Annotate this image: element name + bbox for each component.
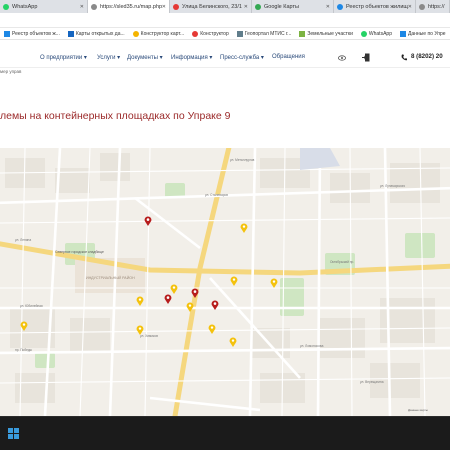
cemetery-label: Северное городское кладбище <box>55 250 104 254</box>
browser-tab-bar: WhatsApp ✕ https://sled35.ru/map.php ✕ У… <box>0 0 450 13</box>
browser-tab-active[interactable]: https://sled35.ru/map.php ✕ <box>88 0 170 13</box>
tab-label: Реестр объектов жилищ <box>346 3 408 10</box>
bookmark[interactable]: Карты открытых да... <box>64 30 129 37</box>
bookmark-label: Геопортал МТИС г... <box>244 30 292 37</box>
whatsapp-icon <box>360 30 367 37</box>
tab-label: Улица Белинского, 23/1 <box>182 3 242 10</box>
page-title: лемы на контейнерных площадках по Упраке… <box>0 110 231 122</box>
close-icon[interactable]: ✕ <box>244 4 248 10</box>
bookmark-label: Конструктор карт... <box>140 30 185 37</box>
page-icon <box>419 3 425 10</box>
yellow-map-pin[interactable] <box>20 321 28 331</box>
nav-item-about[interactable]: О предприятии ▾ <box>40 54 87 61</box>
site-navigation: О предприятии ▾ Услуги ▾ Документы ▾ Инф… <box>0 46 450 68</box>
bookmark-icon <box>132 30 139 37</box>
browser-tab[interactable]: WhatsApp ✕ <box>0 0 88 13</box>
yellow-map-pin[interactable] <box>170 284 178 294</box>
tab-label: https://sled35.ru/map.php <box>100 3 163 10</box>
close-icon[interactable]: ✕ <box>408 4 412 10</box>
yellow-map-pin[interactable] <box>208 324 216 334</box>
os-taskbar <box>0 416 450 450</box>
district-label: ИНДУСТРИАЛЬНЫЙ РАЙОН <box>86 276 135 280</box>
address-bar[interactable] <box>0 13 450 28</box>
bookmark[interactable]: Земельные участки <box>295 30 357 37</box>
whatsapp-icon <box>3 3 9 10</box>
yellow-map-pin[interactable] <box>229 337 237 347</box>
street-label: ул. Металлургов <box>230 158 255 162</box>
close-icon[interactable]: ✕ <box>162 4 166 10</box>
bookmark-label: Реестр объектов ж... <box>12 30 60 37</box>
bookmark-icon <box>4 30 10 37</box>
red-map-pin[interactable] <box>144 216 152 226</box>
nav-item-services[interactable]: Услуги ▾ <box>97 54 120 61</box>
bookmark[interactable]: Конструктор карт... <box>129 30 189 37</box>
bookmark[interactable]: WhatsApp <box>357 30 396 37</box>
page-icon <box>91 3 97 10</box>
red-map-pin[interactable] <box>164 294 172 304</box>
breadcrumb[interactable]: мер управ <box>0 69 21 74</box>
yellow-map-pin[interactable] <box>270 278 278 288</box>
bookmarks-bar: Реестр объектов ж... Карты открытых да..… <box>0 28 450 40</box>
phone-icon <box>401 54 407 61</box>
bookmark-label: WhatsApp <box>368 30 392 37</box>
bookmark-label: Данные по Упре <box>407 30 446 37</box>
street-label: ул. Ломоносова <box>300 344 324 348</box>
map-attribution: Данные карты <box>408 408 428 412</box>
tab-label: WhatsApp <box>12 3 38 10</box>
bookmark-icon <box>192 30 199 37</box>
eye-icon[interactable] <box>338 55 346 61</box>
browser-tab[interactable]: Google Карты ✕ <box>252 0 334 13</box>
bookmark-icon <box>399 30 406 37</box>
browser-tab[interactable]: Улица Белинского, 23/1 ✕ <box>170 0 252 13</box>
nav-item-press[interactable]: Пресс-служба ▾ <box>220 54 264 61</box>
street-label: ул. Сталеваров <box>205 193 228 197</box>
yellow-map-pin[interactable] <box>136 296 144 306</box>
google-maps-icon <box>255 3 261 10</box>
bookmark-label: Карты открытых да... <box>75 30 125 37</box>
street-label: ул. Луначарского <box>380 184 406 188</box>
red-map-pin[interactable] <box>191 288 199 298</box>
phone-number[interactable]: 8 (8202) 20 <box>411 53 443 60</box>
login-icon[interactable] <box>362 53 370 62</box>
street-label: ул. Юбилейная <box>20 304 43 308</box>
page-icon <box>337 3 343 10</box>
yellow-map-pin[interactable] <box>186 302 194 312</box>
tab-label: https:// <box>428 3 445 10</box>
map-canvas[interactable] <box>0 148 450 416</box>
yellow-map-pin[interactable] <box>230 276 238 286</box>
street-label: Октябрьский пр. <box>330 260 355 264</box>
nav-item-documents[interactable]: Документы ▾ <box>127 54 163 61</box>
map-pin-icon <box>173 3 179 10</box>
street-label: ул. Ленина <box>15 238 32 242</box>
street-label: пр. Победы <box>15 348 32 352</box>
bookmark-label: Земельные участки <box>307 30 353 37</box>
yellow-map-pin[interactable] <box>240 223 248 233</box>
close-icon[interactable]: ✕ <box>326 4 330 10</box>
bookmark-label: Конструктор <box>200 30 229 37</box>
bookmark[interactable]: Данные по Упре <box>396 30 450 37</box>
bookmark-icon <box>67 30 74 37</box>
browser-tab[interactable]: https:// <box>416 0 450 13</box>
red-map-pin[interactable] <box>211 300 219 310</box>
close-icon[interactable]: ✕ <box>80 4 84 10</box>
bookmark[interactable]: Геопортал МТИС г... <box>233 30 296 37</box>
map-view[interactable]: ИНДУСТРИАЛЬНЫЙ РАЙОН Северное городское … <box>0 148 450 416</box>
bookmark-icon <box>236 30 243 37</box>
windows-start-icon[interactable] <box>8 428 19 439</box>
bookmark-icon <box>299 30 306 37</box>
nav-item-appeals[interactable]: Обращения <box>272 54 305 60</box>
nav-item-information[interactable]: Информация ▾ <box>171 54 212 61</box>
yellow-map-pin[interactable] <box>136 325 144 335</box>
street-label: ул. Верещагина <box>360 380 384 384</box>
bookmark[interactable]: Реестр объектов ж... <box>0 30 64 37</box>
tab-label: Google Карты <box>264 3 299 10</box>
bookmark[interactable]: Конструктор <box>188 30 233 37</box>
browser-tab[interactable]: Реестр объектов жилищ ✕ <box>334 0 416 13</box>
